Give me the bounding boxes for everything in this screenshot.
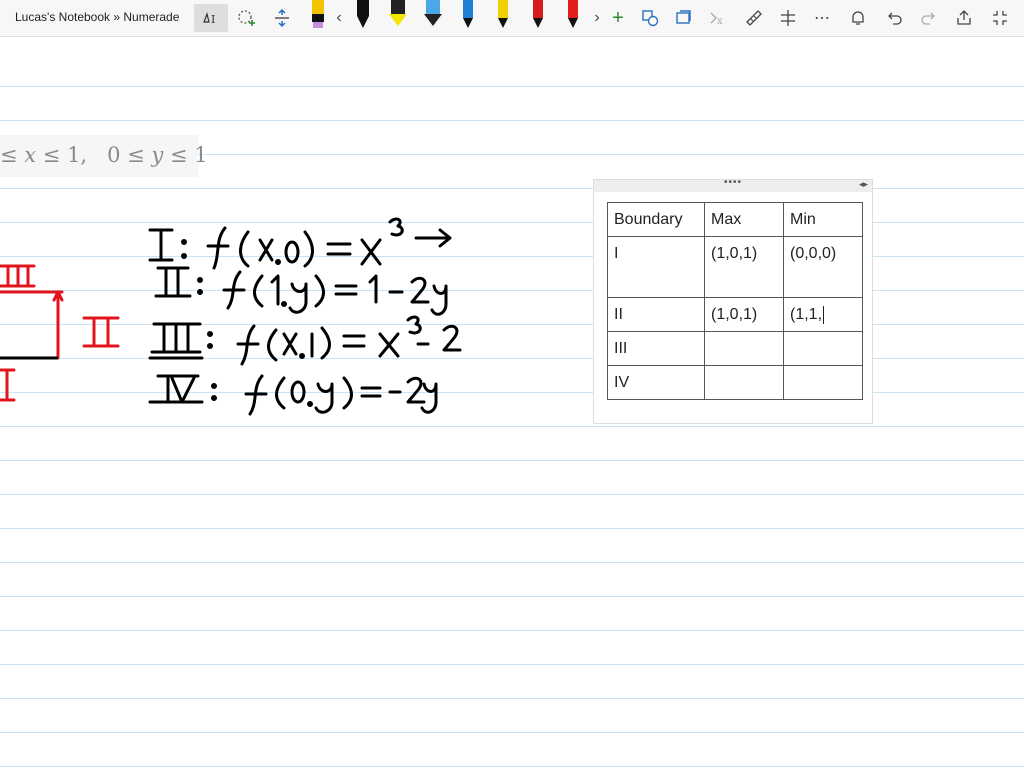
- svg-text:x: x: [717, 16, 723, 27]
- math-part-d: ≤ 1: [163, 143, 208, 167]
- table-row: II (1,0,1) (1,1,: [607, 297, 863, 332]
- svg-text:I: I: [211, 13, 215, 26]
- fullscreen-icon[interactable]: [986, 4, 1014, 32]
- math-part-c: 0 ≤: [107, 143, 152, 167]
- table-row: III: [607, 331, 863, 366]
- table-cell[interactable]: (0,0,0): [783, 236, 863, 298]
- more-icon[interactable]: ⋯: [808, 4, 836, 32]
- math-var-x: x: [24, 143, 37, 167]
- black-pen-icon[interactable]: [307, 0, 329, 30]
- ruler-icon[interactable]: [740, 4, 768, 32]
- text-cursor: [823, 305, 825, 324]
- blue-highlighter-icon[interactable]: [422, 0, 444, 30]
- adjust-icon[interactable]: [774, 4, 802, 32]
- drag-dots-icon[interactable]: ••••: [724, 177, 742, 188]
- lasso-select-icon[interactable]: I: [194, 4, 228, 32]
- table-cell[interactable]: (1,0,1): [704, 236, 784, 298]
- table-cell[interactable]: II: [607, 297, 705, 332]
- share-icon[interactable]: [950, 4, 978, 32]
- math-part-a: ≤: [0, 143, 25, 167]
- table-cell[interactable]: III: [607, 331, 705, 366]
- pens-scroll-left-icon[interactable]: ‹: [328, 4, 350, 32]
- table-cell[interactable]: [783, 331, 863, 366]
- bell-icon[interactable]: [844, 4, 872, 32]
- add-pen-icon[interactable]: +: [604, 4, 632, 32]
- table-cell[interactable]: [704, 365, 784, 400]
- math-header: ≤ x ≤ 1, 0 ≤ y ≤ 1: [0, 143, 208, 167]
- table-cell[interactable]: I: [607, 236, 705, 298]
- math-icon[interactable]: x: [704, 4, 732, 32]
- red-pen-2-icon[interactable]: [562, 0, 584, 30]
- convert-icon[interactable]: [670, 4, 698, 32]
- yellow-pen-icon[interactable]: [492, 0, 514, 30]
- black-marker-icon[interactable]: [352, 0, 374, 30]
- toolbar: Lucas's Notebook » Numerade I ‹ › + x ⋯: [0, 0, 1024, 37]
- redo-icon[interactable]: [915, 4, 943, 32]
- table-cell[interactable]: (1,0,1): [704, 297, 784, 332]
- shape-add-icon[interactable]: [232, 4, 260, 32]
- table-header-cell[interactable]: Boundary: [607, 202, 705, 237]
- table-drag-handle[interactable]: •••• ◂▸: [594, 177, 872, 192]
- math-part-b: ≤ 1,: [36, 143, 88, 167]
- resize-arrows-icon[interactable]: ◂▸: [859, 179, 868, 190]
- table-container: •••• ◂▸ Boundary Max Min I (1,0,1) (0,0,…: [593, 177, 873, 424]
- black-pen-2-icon[interactable]: [457, 0, 479, 30]
- insert-space-icon[interactable]: [268, 4, 296, 32]
- table-header-cell[interactable]: Min: [783, 202, 863, 237]
- undo-icon[interactable]: [880, 4, 908, 32]
- table-row: I (1,0,1) (0,0,0): [607, 236, 863, 298]
- math-var-y: y: [151, 143, 164, 167]
- table-cell-editing[interactable]: (1,1,: [783, 297, 863, 332]
- table-header-row: Boundary Max Min: [607, 202, 863, 237]
- table-header-cell[interactable]: Max: [704, 202, 784, 237]
- table-cell[interactable]: [783, 365, 863, 400]
- table-cell[interactable]: [704, 331, 784, 366]
- table-cell-text: (1,1,: [790, 306, 823, 323]
- boundary-table: Boundary Max Min I (1,0,1) (0,0,0) II (1…: [607, 202, 863, 400]
- table-row: IV: [607, 365, 863, 400]
- red-pen-icon[interactable]: [527, 0, 549, 30]
- yellow-highlighter-icon[interactable]: [387, 0, 409, 30]
- table-cell[interactable]: IV: [607, 365, 705, 400]
- shapes-icon[interactable]: [636, 4, 664, 32]
- notebook-title[interactable]: Lucas's Notebook » Numerade: [15, 10, 179, 24]
